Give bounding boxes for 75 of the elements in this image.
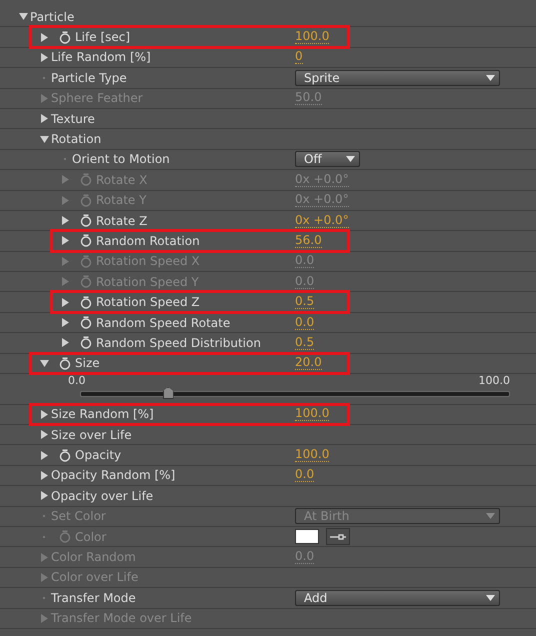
property-label: Color over Life [51, 570, 138, 584]
expanded-triangle-icon[interactable] [40, 360, 48, 367]
stopwatch-icon[interactable] [80, 296, 92, 309]
collapsed-triangle-icon[interactable] [40, 32, 48, 42]
stopwatch-icon[interactable] [59, 30, 71, 44]
expanded-triangle-icon[interactable] [18, 13, 28, 20]
property-label: Particle Type [51, 70, 127, 85]
value-field[interactable]: 20.0 [295, 356, 322, 370]
collapsed-triangle-icon[interactable] [62, 216, 68, 226]
collapsed-triangle-icon[interactable] [40, 410, 48, 419]
collapsed-triangle-icon[interactable] [62, 338, 68, 348]
value-field[interactable]: 0.5 [295, 295, 314, 310]
value-field[interactable]: 0.5 [295, 336, 314, 350]
stopwatch-icon[interactable] [80, 336, 92, 350]
collapsed-triangle-icon[interactable] [40, 491, 48, 500]
dropdown-menu[interactable]: Off [295, 151, 360, 168]
property-label: Life Random [%] [51, 50, 151, 64]
property-label: Rotation [51, 132, 102, 146]
stopwatch-icon[interactable] [59, 356, 71, 370]
property-label: Orient to Motion [72, 152, 170, 166]
slider-max-label: 100.0 [478, 374, 510, 388]
value-field[interactable]: 0.0 [295, 316, 314, 330]
collapsed-triangle-icon[interactable] [40, 114, 48, 124]
stopwatch-icon[interactable] [59, 448, 71, 462]
collapsed-triangle-icon[interactable] [62, 236, 68, 246]
collapsed-triangle-icon[interactable] [40, 52, 48, 62]
value-field[interactable]: 100.0 [295, 448, 330, 462]
value-field[interactable]: 100.0 [295, 30, 330, 44]
slider-thumb[interactable] [162, 387, 174, 400]
collapsed-triangle-icon[interactable] [62, 298, 68, 307]
property-label: Sphere Feather [51, 91, 143, 106]
property-label: Color Random [51, 550, 136, 564]
value-field[interactable]: 56.0 [295, 234, 322, 248]
property-label: Random Speed Distribution [96, 336, 261, 350]
property-label: Rotate X [96, 172, 148, 187]
slider-min-label: 0.0 [68, 374, 86, 388]
property-label: Size Random [%] [51, 407, 154, 422]
value-field[interactable]: 0 [295, 50, 303, 64]
property-label: Texture [51, 112, 95, 126]
property-label: Transfer Mode over Life [51, 611, 192, 626]
dropdown-menu[interactable]: Sprite [295, 70, 500, 86]
property-label: Set Color [51, 509, 106, 524]
property-label: Size [75, 356, 100, 370]
value-field[interactable]: 100.0 [295, 407, 330, 422]
property-label: Color [75, 530, 106, 544]
collapsed-triangle-icon[interactable] [40, 450, 48, 460]
caret-icon [486, 74, 495, 81]
property-label: Life [sec] [75, 30, 130, 44]
collapsed-triangle-icon[interactable] [62, 318, 68, 328]
value-field[interactable]: 0x +0.0° [295, 214, 349, 228]
caret-icon [346, 156, 355, 162]
property-label: Random Rotation [96, 234, 200, 248]
expanded-triangle-icon[interactable] [40, 136, 48, 143]
property-label: Transfer Mode [51, 590, 136, 605]
property-label: Rotate Y [96, 193, 146, 208]
stopwatch-icon[interactable] [80, 214, 92, 228]
property-label: Random Speed Rotate [96, 316, 230, 330]
property-label: Opacity over Life [51, 488, 154, 503]
collapsed-triangle-icon[interactable] [40, 470, 48, 480]
collapsed-triangle-icon[interactable] [40, 430, 48, 440]
dropdown-menu[interactable]: Add [295, 590, 500, 606]
eyedropper-icon [330, 534, 346, 540]
stopwatch-icon[interactable] [80, 316, 92, 330]
property-label: Rotate Z [96, 214, 148, 228]
property-label: Rotation Speed X [96, 254, 200, 268]
value-field[interactable]: 0.0 [295, 468, 314, 482]
stopwatch-icon[interactable] [80, 234, 92, 248]
property-label: Particle [30, 10, 74, 24]
property-label: Rotation Speed Z [96, 295, 200, 310]
property-label: Rotation Speed Y [96, 274, 199, 289]
property-label: Opacity Random [%] [51, 468, 176, 482]
caret-icon [486, 513, 495, 520]
property-label: Opacity [75, 448, 122, 462]
caret-icon [486, 594, 495, 601]
property-label: Size over Life [51, 428, 132, 442]
